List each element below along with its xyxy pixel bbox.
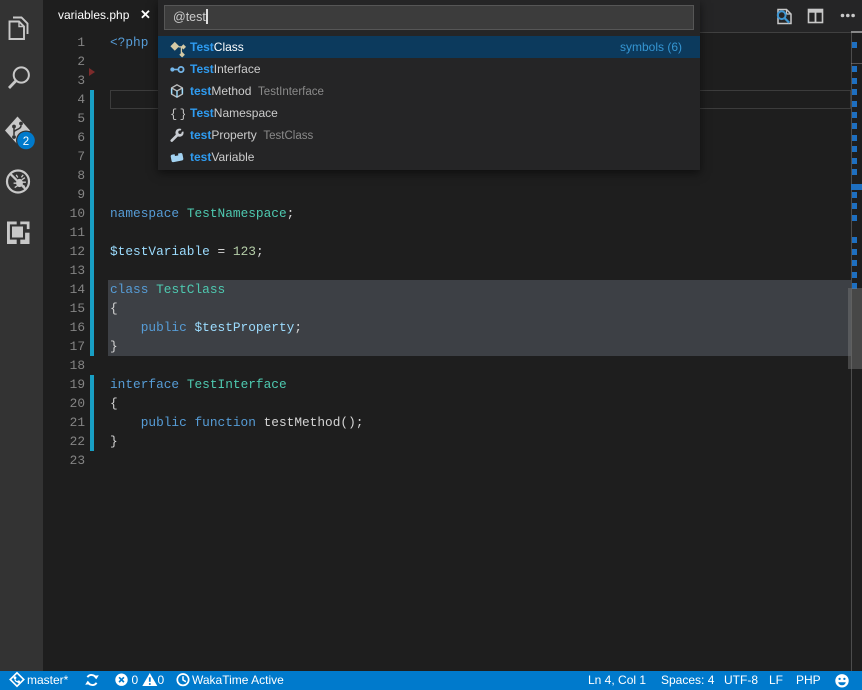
svg-text:{ }: { }	[170, 108, 185, 122]
svg-text:2: 2	[23, 136, 29, 148]
